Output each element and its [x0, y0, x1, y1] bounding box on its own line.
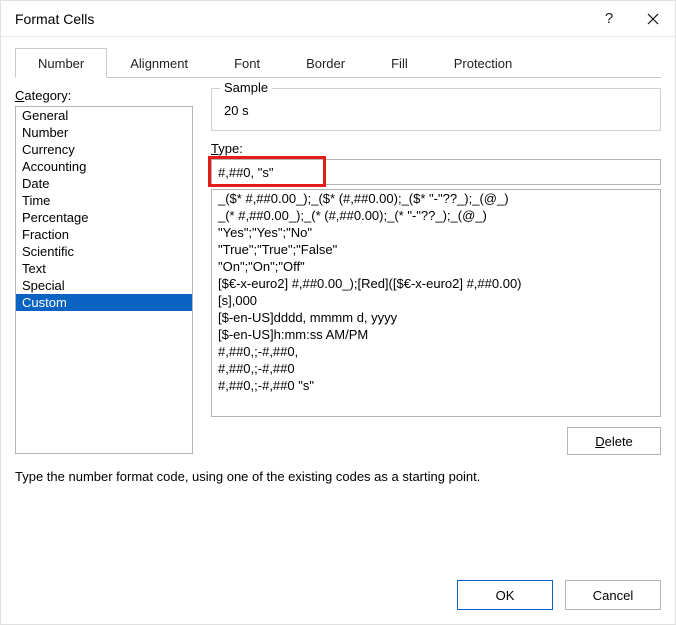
category-item[interactable]: Accounting	[16, 158, 192, 175]
category-item[interactable]: Text	[16, 260, 192, 277]
close-button[interactable]	[631, 1, 675, 37]
window-title: Format Cells	[15, 11, 587, 27]
type-list-item[interactable]: _($* #,##0.00_);_($* (#,##0.00);_($* "-"…	[212, 190, 660, 207]
type-list[interactable]: _($* #,##0.00_);_($* (#,##0.00);_($* "-"…	[211, 189, 661, 417]
sample-group: Sample 20 s	[211, 88, 661, 131]
category-item[interactable]: Number	[16, 124, 192, 141]
type-list-item[interactable]: "On";"On";"Off"	[212, 258, 660, 275]
tab-protection[interactable]: Protection	[431, 48, 536, 78]
titlebar: Format Cells ?	[1, 1, 675, 37]
hint-text: Type the number format code, using one o…	[15, 469, 661, 568]
category-list[interactable]: GeneralNumberCurrencyAccountingDateTimeP…	[15, 106, 193, 454]
category-item[interactable]: Custom	[16, 294, 192, 311]
category-item[interactable]: Scientific	[16, 243, 192, 260]
type-list-item[interactable]: #,##0,;-#,##0	[212, 360, 660, 377]
dialog-body: NumberAlignmentFontBorderFillProtection …	[1, 37, 675, 568]
tab-font[interactable]: Font	[211, 48, 283, 78]
category-item[interactable]: Special	[16, 277, 192, 294]
type-input-wrap	[211, 159, 661, 185]
type-list-item[interactable]: [$-en-US]h:mm:ss AM/PM	[212, 326, 660, 343]
delete-row: Delete	[211, 427, 661, 455]
category-item[interactable]: Time	[16, 192, 192, 209]
category-item[interactable]: Date	[16, 175, 192, 192]
tab-alignment[interactable]: Alignment	[107, 48, 211, 78]
category-item[interactable]: Percentage	[16, 209, 192, 226]
type-list-item[interactable]: _(* #,##0.00_);_(* (#,##0.00);_(* "-"??_…	[212, 207, 660, 224]
tab-content: Category: GeneralNumberCurrencyAccountin…	[15, 78, 661, 455]
category-panel: Category: GeneralNumberCurrencyAccountin…	[15, 88, 193, 455]
sample-value: 20 s	[222, 97, 650, 120]
tab-number[interactable]: Number	[15, 48, 107, 78]
close-icon	[647, 13, 659, 25]
type-label: Type:	[211, 141, 661, 156]
category-item[interactable]: Fraction	[16, 226, 192, 243]
category-item[interactable]: Currency	[16, 141, 192, 158]
delete-button[interactable]: Delete	[567, 427, 661, 455]
ok-button[interactable]: OK	[457, 580, 553, 610]
type-list-item[interactable]: #,##0,;-#,##0 "s"	[212, 377, 660, 394]
help-button[interactable]: ?	[587, 1, 631, 37]
tab-strip: NumberAlignmentFontBorderFillProtection	[15, 47, 661, 78]
tab-fill[interactable]: Fill	[368, 48, 431, 78]
type-list-item[interactable]: [s],000	[212, 292, 660, 309]
type-input[interactable]	[211, 159, 661, 185]
sample-legend: Sample	[220, 80, 272, 95]
right-panel: Sample 20 s Type: _($* #,##0.00_);_($* (…	[211, 88, 661, 455]
tab-border[interactable]: Border	[283, 48, 368, 78]
format-cells-dialog: Format Cells ? NumberAlignmentFontBorder…	[0, 0, 676, 625]
dialog-footer: OK Cancel	[1, 568, 675, 624]
type-list-item[interactable]: "True";"True";"False"	[212, 241, 660, 258]
type-list-item[interactable]: [$€-x-euro2] #,##0.00_);[Red]([$€-x-euro…	[212, 275, 660, 292]
category-item[interactable]: General	[16, 107, 192, 124]
cancel-button[interactable]: Cancel	[565, 580, 661, 610]
type-list-item[interactable]: [$-en-US]dddd, mmmm d, yyyy	[212, 309, 660, 326]
type-list-item[interactable]: #,##0,;-#,##0,	[212, 343, 660, 360]
type-list-item[interactable]: "Yes";"Yes";"No"	[212, 224, 660, 241]
category-label: Category:	[15, 88, 193, 103]
